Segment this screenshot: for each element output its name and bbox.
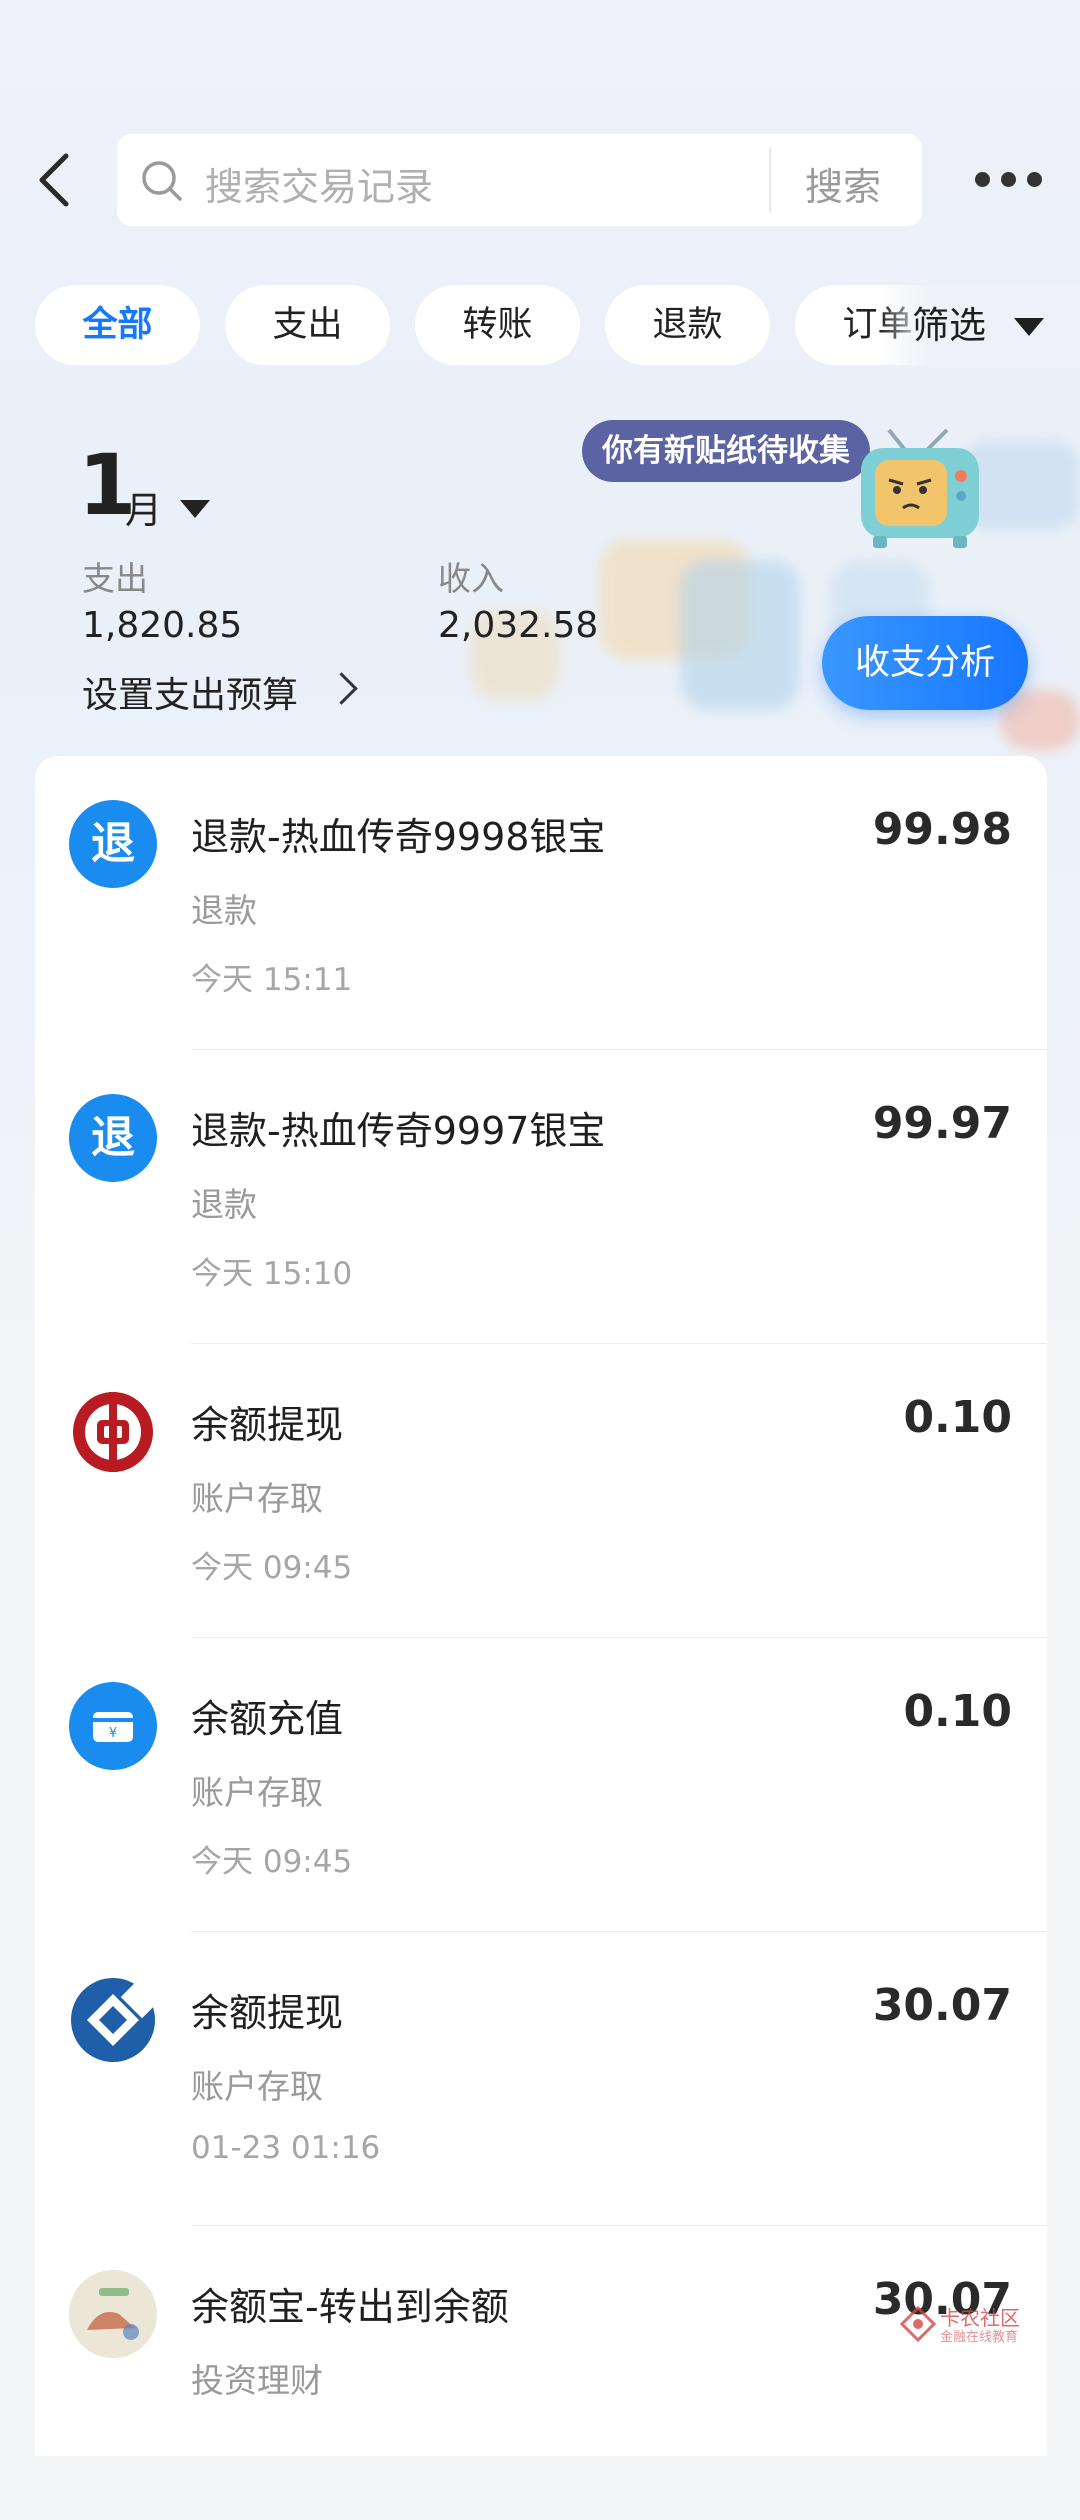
more-dot-icon [1001,172,1016,187]
transaction-category: 账户存取 [191,1479,323,1518]
filter-chip-bar: 全部 支出 转账 退款 订单 筛选 [0,285,1080,367]
transaction-amount: 30.07 [872,1980,1012,2031]
month-unit[interactable]: 月 [125,480,162,534]
search-button[interactable]: 搜索 [805,156,881,211]
search-icon [142,161,182,201]
refund-icon: 退 [69,800,157,888]
chip-refund[interactable]: 退款 [605,285,770,365]
caret-down-icon [1014,318,1044,336]
more-dot-icon [1027,172,1042,187]
yuebao-avatar-icon [69,2270,157,2358]
transaction-title: 退款-热血传奇9998银宝 [191,815,606,859]
transaction-category: 投资理财 [191,2361,323,2400]
chip-all[interactable]: 全部 [35,285,200,365]
watermark-logo-icon [900,2306,936,2342]
transaction-title: 余额提现 [191,1403,344,1447]
list-item[interactable]: 退 退款-热血传奇9998银宝 退款 今天 15:11 99.98 [35,756,1047,1050]
transaction-category: 退款 [191,891,257,930]
search-box[interactable]: 搜索交易记录 搜索 [117,134,922,226]
transaction-title: 余额提现 [191,1991,344,2035]
search-divider [769,148,771,212]
watermark-subtext: 金融在线教育 [940,2330,1019,2345]
transaction-amount: 0.10 [903,1686,1012,1737]
tv-mascot-icon[interactable] [855,428,985,552]
transaction-category: 账户存取 [191,2067,323,2106]
transaction-amount: 0.10 [903,1392,1012,1443]
search-input[interactable]: 搜索交易记录 [205,156,433,211]
background-decoration [680,560,800,710]
income-value: 2,032.58 [438,605,599,646]
background-decoration [1000,690,1080,750]
list-item[interactable]: 余额提现 账户存取 01-23 01:16 30.07 [35,1932,1047,2226]
bank-of-china-icon [69,1388,157,1476]
transaction-title: 余额宝-转出到余额 [191,2285,509,2329]
filter-button[interactable]: 筛选 [912,285,986,367]
transaction-title: 余额充值 [191,1697,344,1741]
transaction-time: 今天 15:10 [191,1256,353,1292]
set-budget-link[interactable]: 设置支出预算 [82,666,298,718]
ccb-bank-icon [69,1976,157,2064]
balance-card-icon: ¥ [69,1682,157,1770]
transaction-title: 退款-热血传奇9997银宝 [191,1109,606,1153]
list-item[interactable]: 余额宝-转出到余额 投资理财 30.07 [35,2226,1047,2520]
watermark: 卡农社区 金融在线教育 [900,2300,1020,2350]
list-item[interactable]: 余额提现 账户存取 今天 09:45 0.10 [35,1344,1047,1638]
list-item[interactable]: ¥ 余额充值 账户存取 今天 09:45 0.10 [35,1638,1047,1932]
expense-value: 1,820.85 [82,605,243,646]
sticker-tip-bubble[interactable]: 你有新贴纸待收集 [582,420,870,482]
transaction-time: 今天 15:11 [191,962,353,998]
transaction-category: 退款 [191,1185,257,1224]
transaction-amount: 99.97 [872,1098,1012,1149]
transaction-time: 01-23 01:16 [191,2130,381,2166]
chip-transfer[interactable]: 转账 [415,285,580,365]
transaction-category: 账户存取 [191,1773,323,1812]
refund-icon: 退 [69,1094,157,1182]
refund-icon-glyph: 退 [91,818,135,869]
chip-expense[interactable]: 支出 [225,285,390,365]
income-expense-analysis-button[interactable]: 收支分析 [822,616,1028,710]
more-options-button[interactable] [975,168,1045,192]
expense-label: 支出 [82,559,148,598]
transaction-amount: 99.98 [872,804,1012,855]
top-bar: 搜索交易记录 搜索 [0,130,1080,230]
transaction-time: 今天 09:45 [191,1550,353,1586]
month-caret-icon[interactable] [180,500,210,518]
more-dot-icon [975,172,990,187]
refund-icon-glyph: 退 [91,1112,135,1163]
back-arrow-icon [39,153,69,207]
income-label: 收入 [438,559,504,598]
list-item[interactable]: 退 退款-热血传奇9997银宝 退款 今天 15:10 99.97 [35,1050,1047,1344]
transaction-time: 今天 09:45 [191,1844,353,1880]
svg-text:¥: ¥ [109,1726,117,1741]
back-button[interactable] [30,148,90,212]
transaction-list: 退 退款-热血传奇9998银宝 退款 今天 15:11 99.98 退 退款-热… [35,756,1047,2456]
